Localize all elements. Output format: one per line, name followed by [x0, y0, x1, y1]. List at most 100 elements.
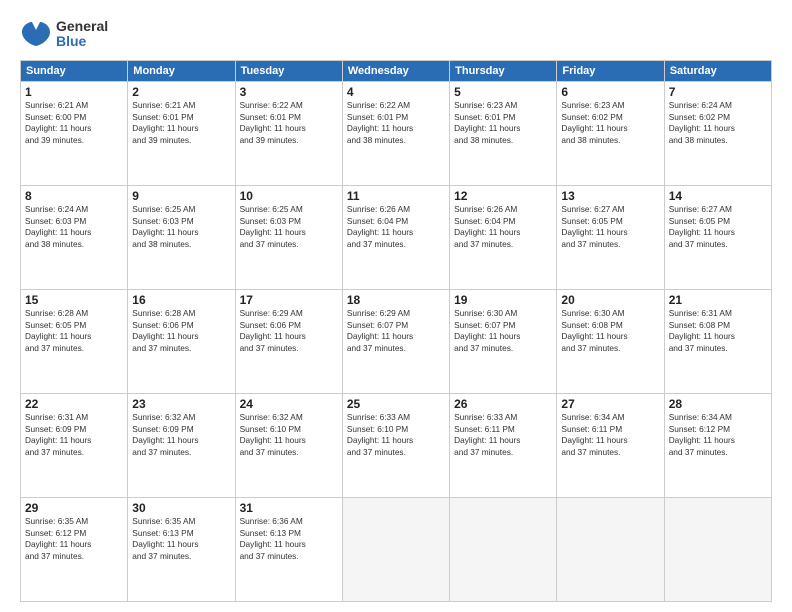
- day-info: Sunrise: 6:21 AM Sunset: 6:01 PM Dayligh…: [132, 100, 230, 146]
- day-info: Sunrise: 6:25 AM Sunset: 6:03 PM Dayligh…: [240, 204, 338, 250]
- table-row: 24Sunrise: 6:32 AM Sunset: 6:10 PM Dayli…: [235, 394, 342, 498]
- day-info: Sunrise: 6:24 AM Sunset: 6:03 PM Dayligh…: [25, 204, 123, 250]
- day-info: Sunrise: 6:25 AM Sunset: 6:03 PM Dayligh…: [132, 204, 230, 250]
- table-row: 17Sunrise: 6:29 AM Sunset: 6:06 PM Dayli…: [235, 290, 342, 394]
- day-number: 8: [25, 189, 123, 203]
- calendar-week-row: 1Sunrise: 6:21 AM Sunset: 6:00 PM Daylig…: [21, 82, 772, 186]
- day-number: 22: [25, 397, 123, 411]
- day-info: Sunrise: 6:33 AM Sunset: 6:11 PM Dayligh…: [454, 412, 552, 458]
- day-number: 23: [132, 397, 230, 411]
- day-info: Sunrise: 6:27 AM Sunset: 6:05 PM Dayligh…: [669, 204, 767, 250]
- calendar-page: General Blue Sunday Monday Tuesday Wedne…: [0, 0, 792, 612]
- col-monday: Monday: [128, 61, 235, 82]
- day-number: 15: [25, 293, 123, 307]
- logo-line2: Blue: [56, 34, 108, 49]
- table-row: 10Sunrise: 6:25 AM Sunset: 6:03 PM Dayli…: [235, 186, 342, 290]
- day-info: Sunrise: 6:23 AM Sunset: 6:02 PM Dayligh…: [561, 100, 659, 146]
- calendar-table: Sunday Monday Tuesday Wednesday Thursday…: [20, 60, 772, 602]
- day-info: Sunrise: 6:36 AM Sunset: 6:13 PM Dayligh…: [240, 516, 338, 562]
- table-row: 30Sunrise: 6:35 AM Sunset: 6:13 PM Dayli…: [128, 498, 235, 602]
- col-tuesday: Tuesday: [235, 61, 342, 82]
- day-info: Sunrise: 6:29 AM Sunset: 6:07 PM Dayligh…: [347, 308, 445, 354]
- day-info: Sunrise: 6:30 AM Sunset: 6:07 PM Dayligh…: [454, 308, 552, 354]
- day-info: Sunrise: 6:23 AM Sunset: 6:01 PM Dayligh…: [454, 100, 552, 146]
- calendar-week-row: 29Sunrise: 6:35 AM Sunset: 6:12 PM Dayli…: [21, 498, 772, 602]
- day-info: Sunrise: 6:34 AM Sunset: 6:12 PM Dayligh…: [669, 412, 767, 458]
- table-row: 7Sunrise: 6:24 AM Sunset: 6:02 PM Daylig…: [664, 82, 771, 186]
- table-row: 16Sunrise: 6:28 AM Sunset: 6:06 PM Dayli…: [128, 290, 235, 394]
- col-wednesday: Wednesday: [342, 61, 449, 82]
- table-row: 18Sunrise: 6:29 AM Sunset: 6:07 PM Dayli…: [342, 290, 449, 394]
- day-number: 3: [240, 85, 338, 99]
- table-row: 27Sunrise: 6:34 AM Sunset: 6:11 PM Dayli…: [557, 394, 664, 498]
- table-row: 2Sunrise: 6:21 AM Sunset: 6:01 PM Daylig…: [128, 82, 235, 186]
- table-row: 25Sunrise: 6:33 AM Sunset: 6:10 PM Dayli…: [342, 394, 449, 498]
- day-number: 9: [132, 189, 230, 203]
- day-number: 20: [561, 293, 659, 307]
- table-row: 14Sunrise: 6:27 AM Sunset: 6:05 PM Dayli…: [664, 186, 771, 290]
- day-number: 1: [25, 85, 123, 99]
- table-row: 20Sunrise: 6:30 AM Sunset: 6:08 PM Dayli…: [557, 290, 664, 394]
- day-number: 4: [347, 85, 445, 99]
- day-number: 21: [669, 293, 767, 307]
- day-number: 30: [132, 501, 230, 515]
- day-info: Sunrise: 6:21 AM Sunset: 6:00 PM Dayligh…: [25, 100, 123, 146]
- day-number: 28: [669, 397, 767, 411]
- day-number: 16: [132, 293, 230, 307]
- day-number: 6: [561, 85, 659, 99]
- table-row: 12Sunrise: 6:26 AM Sunset: 6:04 PM Dayli…: [450, 186, 557, 290]
- logo-bird-icon: [20, 18, 52, 50]
- day-info: Sunrise: 6:30 AM Sunset: 6:08 PM Dayligh…: [561, 308, 659, 354]
- calendar-week-row: 15Sunrise: 6:28 AM Sunset: 6:05 PM Dayli…: [21, 290, 772, 394]
- table-row: 23Sunrise: 6:32 AM Sunset: 6:09 PM Dayli…: [128, 394, 235, 498]
- table-row: 6Sunrise: 6:23 AM Sunset: 6:02 PM Daylig…: [557, 82, 664, 186]
- day-info: Sunrise: 6:31 AM Sunset: 6:09 PM Dayligh…: [25, 412, 123, 458]
- header: General Blue: [20, 18, 772, 50]
- calendar-week-row: 8Sunrise: 6:24 AM Sunset: 6:03 PM Daylig…: [21, 186, 772, 290]
- table-row: 13Sunrise: 6:27 AM Sunset: 6:05 PM Dayli…: [557, 186, 664, 290]
- table-row: 22Sunrise: 6:31 AM Sunset: 6:09 PM Dayli…: [21, 394, 128, 498]
- table-row: 19Sunrise: 6:30 AM Sunset: 6:07 PM Dayli…: [450, 290, 557, 394]
- table-row: [342, 498, 449, 602]
- table-row: 1Sunrise: 6:21 AM Sunset: 6:00 PM Daylig…: [21, 82, 128, 186]
- table-row: 9Sunrise: 6:25 AM Sunset: 6:03 PM Daylig…: [128, 186, 235, 290]
- day-info: Sunrise: 6:33 AM Sunset: 6:10 PM Dayligh…: [347, 412, 445, 458]
- day-info: Sunrise: 6:22 AM Sunset: 6:01 PM Dayligh…: [347, 100, 445, 146]
- day-number: 31: [240, 501, 338, 515]
- table-row: [450, 498, 557, 602]
- calendar-week-row: 22Sunrise: 6:31 AM Sunset: 6:09 PM Dayli…: [21, 394, 772, 498]
- table-row: 26Sunrise: 6:33 AM Sunset: 6:11 PM Dayli…: [450, 394, 557, 498]
- table-row: 3Sunrise: 6:22 AM Sunset: 6:01 PM Daylig…: [235, 82, 342, 186]
- day-info: Sunrise: 6:32 AM Sunset: 6:10 PM Dayligh…: [240, 412, 338, 458]
- day-info: Sunrise: 6:28 AM Sunset: 6:05 PM Dayligh…: [25, 308, 123, 354]
- table-row: 4Sunrise: 6:22 AM Sunset: 6:01 PM Daylig…: [342, 82, 449, 186]
- day-info: Sunrise: 6:26 AM Sunset: 6:04 PM Dayligh…: [347, 204, 445, 250]
- day-info: Sunrise: 6:34 AM Sunset: 6:11 PM Dayligh…: [561, 412, 659, 458]
- day-number: 2: [132, 85, 230, 99]
- day-info: Sunrise: 6:27 AM Sunset: 6:05 PM Dayligh…: [561, 204, 659, 250]
- day-info: Sunrise: 6:31 AM Sunset: 6:08 PM Dayligh…: [669, 308, 767, 354]
- table-row: 28Sunrise: 6:34 AM Sunset: 6:12 PM Dayli…: [664, 394, 771, 498]
- day-number: 11: [347, 189, 445, 203]
- day-info: Sunrise: 6:24 AM Sunset: 6:02 PM Dayligh…: [669, 100, 767, 146]
- calendar-header-row: Sunday Monday Tuesday Wednesday Thursday…: [21, 61, 772, 82]
- day-number: 10: [240, 189, 338, 203]
- day-info: Sunrise: 6:35 AM Sunset: 6:12 PM Dayligh…: [25, 516, 123, 562]
- day-info: Sunrise: 6:35 AM Sunset: 6:13 PM Dayligh…: [132, 516, 230, 562]
- day-number: 26: [454, 397, 552, 411]
- table-row: 5Sunrise: 6:23 AM Sunset: 6:01 PM Daylig…: [450, 82, 557, 186]
- day-number: 14: [669, 189, 767, 203]
- day-number: 17: [240, 293, 338, 307]
- day-number: 18: [347, 293, 445, 307]
- table-row: 31Sunrise: 6:36 AM Sunset: 6:13 PM Dayli…: [235, 498, 342, 602]
- table-row: [557, 498, 664, 602]
- col-saturday: Saturday: [664, 61, 771, 82]
- day-number: 13: [561, 189, 659, 203]
- table-row: 11Sunrise: 6:26 AM Sunset: 6:04 PM Dayli…: [342, 186, 449, 290]
- logo-line1: General: [56, 19, 108, 34]
- col-sunday: Sunday: [21, 61, 128, 82]
- table-row: 29Sunrise: 6:35 AM Sunset: 6:12 PM Dayli…: [21, 498, 128, 602]
- day-info: Sunrise: 6:28 AM Sunset: 6:06 PM Dayligh…: [132, 308, 230, 354]
- day-info: Sunrise: 6:29 AM Sunset: 6:06 PM Dayligh…: [240, 308, 338, 354]
- day-info: Sunrise: 6:22 AM Sunset: 6:01 PM Dayligh…: [240, 100, 338, 146]
